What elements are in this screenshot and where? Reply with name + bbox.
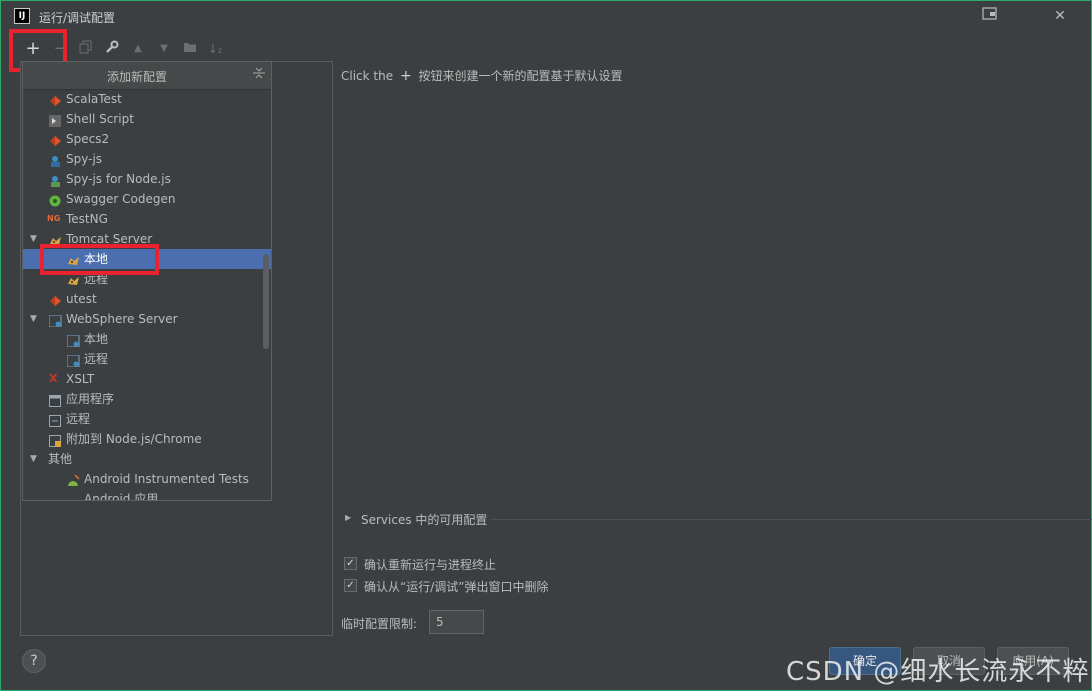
config-type-websphere-local[interactable]: 本地 [23,329,271,349]
config-type-spy-js[interactable]: Spy-js [23,149,271,169]
config-type-label: 应用程序 [66,392,115,406]
expanded-arrow-icon[interactable]: ▼ [30,309,40,329]
config-group-other[interactable]: ▼ 其他 [23,449,271,469]
config-type-label: 远程 [84,352,109,366]
folder-icon[interactable] [181,40,199,58]
swagger-icon [49,193,62,207]
config-type-label: 其他 [48,452,73,466]
config-type-shell-script[interactable]: Shell Script [23,109,271,129]
config-type-label: 本地 [84,332,109,346]
config-type-label: Specs2 [66,132,110,146]
confirm-rerun-checkbox[interactable]: ✓ [344,557,357,570]
empty-config-hint: Click the + 按钮来创建一个新的配置基于默认设置 [341,67,623,84]
scala-icon [49,133,62,146]
config-type-label: ScalaTest [66,92,122,106]
config-group-tomcat-server[interactable]: ▼ Tomcat Server [23,229,271,249]
config-group-websphere-server[interactable]: ▼ WebSphere Server [23,309,271,329]
config-type-remote[interactable]: 远程 [23,409,271,429]
application-icon [49,393,62,407]
temp-config-limit-input[interactable]: 5 [429,610,484,634]
config-type-swagger-codegen[interactable]: Swagger Codegen [23,189,271,209]
restore-window-icon[interactable] [981,7,999,25]
scala-icon [49,293,62,306]
config-type-label: 本地 [84,252,109,266]
scala-icon [49,93,62,106]
confirm-rerun-label: 确认重新运行与进程终止 [364,558,497,572]
services-divider [490,519,1092,520]
remove-configuration-button[interactable]: − [52,40,70,58]
expanded-arrow-icon[interactable]: ▼ [30,229,40,249]
config-type-attach-node-chrome[interactable]: 附加到 Node.js/Chrome [23,429,271,449]
websphere-icon [66,353,80,368]
config-type-label: 远程 [84,272,109,286]
config-type-tomcat-remote[interactable]: 远程 [23,269,271,289]
collapse-all-icon[interactable] [251,66,267,82]
config-type-label: Shell Script [66,112,134,126]
config-type-spy-js-node[interactable]: Spy-js for Node.js [23,169,271,189]
config-type-tomcat-local[interactable]: 本地 [23,249,271,269]
popup-scrollbar[interactable] [263,254,269,349]
close-window-icon[interactable]: ✕ [1051,7,1069,25]
config-type-label: Spy-js for Node.js [66,172,171,186]
help-button[interactable]: ? [22,649,46,673]
config-type-android-app[interactable]: Android 应用 [23,489,271,501]
config-type-label: 远程 [66,412,91,426]
config-type-label: Spy-js [66,152,103,166]
config-type-label: 附加到 Node.js/Chrome [66,432,202,446]
move-down-icon[interactable]: ▼ [155,40,173,58]
config-type-specs2[interactable]: Specs2 [23,129,271,149]
confirm-delete-checkbox[interactable]: ✓ [344,579,357,592]
config-type-utest[interactable]: utest [23,289,271,309]
config-type-label: Android 应用 [84,492,159,501]
title-bar: IJ 运行/调试配置 ✕ [1,1,1091,31]
config-type-android-instrumented-tests[interactable]: Android Instrumented Tests [23,469,271,489]
config-type-label: XSLT [66,372,95,386]
expanded-arrow-icon[interactable]: ▼ [30,449,40,469]
websphere-icon [48,313,62,328]
config-type-label: Tomcat Server [66,232,153,246]
spy-js-icon [49,153,62,167]
config-type-xslt[interactable]: X XSLT [23,369,271,389]
confirm-delete-label: 确认从“运行/调试”弹出窗口中删除 [364,580,549,594]
window-title: 运行/调试配置 [39,11,116,25]
add-configuration-button[interactable]: + [24,40,42,58]
intellij-app-icon: IJ [14,8,30,24]
attach-node-icon [49,433,62,447]
testng-icon: NG [47,214,61,223]
config-type-scalatest[interactable]: ScalaTest [23,89,271,109]
spy-js-node-icon [49,173,62,187]
config-type-label: utest [66,292,97,306]
popup-title: 添加新配置 [106,70,167,84]
edit-defaults-wrench-icon[interactable] [103,40,121,58]
config-type-label: TestNG [66,212,108,226]
tomcat-icon [67,253,80,265]
sort-icon[interactable]: ↓z [206,40,224,58]
xslt-icon: X [49,372,58,385]
move-up-icon[interactable]: ▲ [129,40,147,58]
hint-prefix: Click the [341,69,394,83]
config-type-label: Swagger Codegen [66,192,176,206]
temp-config-limit-label: 临时配置限制: [341,617,418,631]
tomcat-icon [67,273,80,285]
collapsed-arrow-icon: ▶ [345,513,352,522]
hint-suffix: 按钮来创建一个新的配置基于默认设置 [418,69,623,83]
services-label: Services 中的可用配置 [361,513,488,527]
config-type-testng[interactable]: NG TestNG [23,209,271,229]
popup-header: 添加新配置 [23,62,271,90]
copy-configuration-icon[interactable] [77,40,95,58]
websphere-icon [66,333,80,348]
config-type-application[interactable]: 应用程序 [23,389,271,409]
shell-script-icon [49,113,62,127]
plus-icon: + [399,68,412,84]
tomcat-icon [49,233,62,245]
android-icon [67,473,80,486]
add-new-configuration-popup: 添加新配置 ScalaTest Shell Script Specs2 Spy-… [22,61,272,501]
csdn-watermark: CSDN @细水长流永不粹 [786,657,1090,687]
remote-icon [49,413,62,427]
android-icon [67,493,80,500]
config-type-label: Android Instrumented Tests [84,472,249,486]
config-type-websphere-remote[interactable]: 远程 [23,349,271,369]
config-type-label: WebSphere Server [66,312,178,326]
